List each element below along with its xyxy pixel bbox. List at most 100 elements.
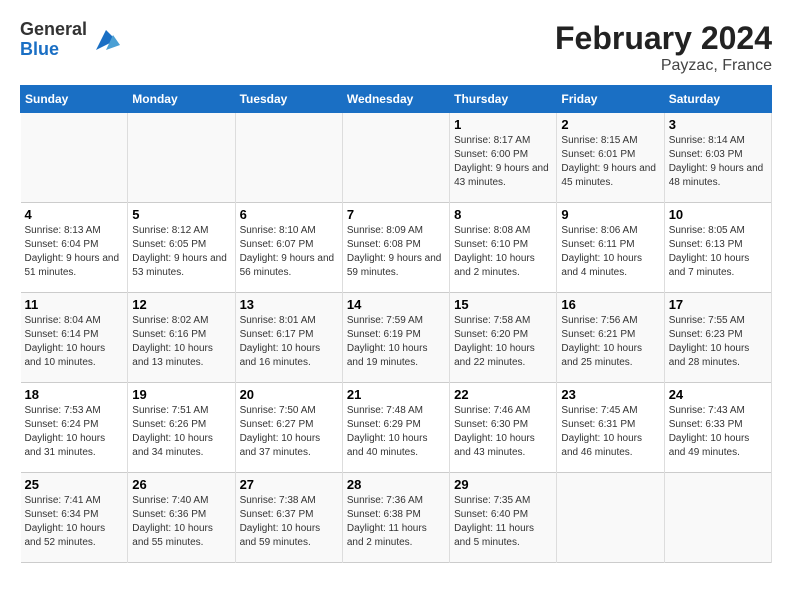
header-row: SundayMondayTuesdayWednesdayThursdayFrid… bbox=[21, 86, 772, 113]
day-info: Sunrise: 7:46 AM Sunset: 6:30 PM Dayligh… bbox=[454, 404, 552, 460]
calendar-cell: 1 Sunrise: 8:17 AM Sunset: 6:00 PM Daylig… bbox=[450, 113, 557, 203]
day-info: Sunrise: 8:09 AM Sunset: 6:08 PM Dayligh… bbox=[347, 224, 445, 280]
day-number: 9 bbox=[561, 207, 659, 222]
calendar-cell: 18 Sunrise: 7:53 AM Sunset: 6:24 PM Dayli… bbox=[21, 383, 128, 473]
day-number: 10 bbox=[669, 207, 767, 222]
day-info: Sunrise: 7:48 AM Sunset: 6:29 PM Dayligh… bbox=[347, 404, 445, 460]
day-number: 17 bbox=[669, 297, 767, 312]
calendar-cell: 16Sunrise: 7:56 AM Sunset: 6:21 PM Dayli… bbox=[557, 293, 664, 383]
day-number: 24 bbox=[669, 387, 767, 402]
day-info: Sunrise: 8:12 AM Sunset: 6:05 PM Dayligh… bbox=[132, 224, 230, 280]
day-info: Sunrise: 7:36 AM Sunset: 6:38 PM Dayligh… bbox=[347, 494, 445, 550]
day-info: Sunrise: 8:01 AM Sunset: 6:17 PM Dayligh… bbox=[240, 314, 338, 370]
logo: General Blue bbox=[20, 20, 121, 60]
day-info: Sunrise: 8:05 AM Sunset: 6:13 PM Dayligh… bbox=[669, 224, 767, 280]
day-number: 21 bbox=[347, 387, 445, 402]
day-number: 20 bbox=[240, 387, 338, 402]
day-header-sunday: Sunday bbox=[21, 86, 128, 113]
week-row-4: 18 Sunrise: 7:53 AM Sunset: 6:24 PM Dayli… bbox=[21, 383, 772, 473]
day-info: Sunrise: 7:38 AM Sunset: 6:37 PM Dayligh… bbox=[240, 494, 338, 550]
day-number: 4 bbox=[25, 207, 124, 222]
day-number: 26 bbox=[132, 477, 230, 492]
calendar-cell: 8Sunrise: 8:08 AM Sunset: 6:10 PM Daylig… bbox=[450, 203, 557, 293]
day-number: 29 bbox=[454, 477, 552, 492]
calendar-cell: 17 Sunrise: 7:55 AM Sunset: 6:23 PM Dayli… bbox=[664, 293, 771, 383]
day-info: Sunrise: 7:45 AM Sunset: 6:31 PM Dayligh… bbox=[561, 404, 659, 460]
day-info: Sunrise: 7:51 AM Sunset: 6:26 PM Dayligh… bbox=[132, 404, 230, 460]
day-info: Sunrise: 8:08 AM Sunset: 6:10 PM Dayligh… bbox=[454, 224, 552, 280]
calendar-cell bbox=[664, 473, 771, 563]
day-info: Sunrise: 7:35 AM Sunset: 6:40 PM Dayligh… bbox=[454, 494, 552, 550]
title-block: February 2024 Payzac, France bbox=[555, 20, 772, 75]
calendar-cell: 2 Sunrise: 8:15 AM Sunset: 6:01 PM Daylig… bbox=[557, 113, 664, 203]
logo-text: General Blue bbox=[20, 20, 87, 60]
calendar-cell: 7 Sunrise: 8:09 AM Sunset: 6:08 PM Daylig… bbox=[342, 203, 449, 293]
calendar-cell bbox=[557, 473, 664, 563]
calendar-title: February 2024 bbox=[555, 20, 772, 57]
day-info: Sunrise: 7:43 AM Sunset: 6:33 PM Dayligh… bbox=[669, 404, 767, 460]
calendar-cell: 3 Sunrise: 8:14 AM Sunset: 6:03 PM Daylig… bbox=[664, 113, 771, 203]
day-number: 11 bbox=[25, 297, 124, 312]
day-info: Sunrise: 8:10 AM Sunset: 6:07 PM Dayligh… bbox=[240, 224, 338, 280]
day-number: 1 bbox=[454, 117, 552, 132]
calendar-cell: 14Sunrise: 7:59 AM Sunset: 6:19 PM Dayli… bbox=[342, 293, 449, 383]
day-header-saturday: Saturday bbox=[664, 86, 771, 113]
week-row-3: 11 Sunrise: 8:04 AM Sunset: 6:14 PM Dayli… bbox=[21, 293, 772, 383]
day-info: Sunrise: 7:50 AM Sunset: 6:27 PM Dayligh… bbox=[240, 404, 338, 460]
day-number: 6 bbox=[240, 207, 338, 222]
day-number: 25 bbox=[25, 477, 124, 492]
day-header-monday: Monday bbox=[128, 86, 235, 113]
day-number: 7 bbox=[347, 207, 445, 222]
day-info: Sunrise: 7:55 AM Sunset: 6:23 PM Dayligh… bbox=[669, 314, 767, 370]
day-info: Sunrise: 7:59 AM Sunset: 6:19 PM Dayligh… bbox=[347, 314, 445, 370]
calendar-cell: 24 Sunrise: 7:43 AM Sunset: 6:33 PM Dayli… bbox=[664, 383, 771, 473]
day-info: Sunrise: 7:41 AM Sunset: 6:34 PM Dayligh… bbox=[25, 494, 124, 550]
calendar-cell bbox=[235, 113, 342, 203]
calendar-cell: 27 Sunrise: 7:38 AM Sunset: 6:37 PM Dayli… bbox=[235, 473, 342, 563]
calendar-cell bbox=[342, 113, 449, 203]
day-number: 2 bbox=[561, 117, 659, 132]
day-info: Sunrise: 8:14 AM Sunset: 6:03 PM Dayligh… bbox=[669, 134, 767, 190]
day-number: 19 bbox=[132, 387, 230, 402]
day-number: 3 bbox=[669, 117, 767, 132]
calendar-cell: 4 Sunrise: 8:13 AM Sunset: 6:04 PM Daylig… bbox=[21, 203, 128, 293]
calendar-cell: 6 Sunrise: 8:10 AM Sunset: 6:07 PM Daylig… bbox=[235, 203, 342, 293]
day-number: 13 bbox=[240, 297, 338, 312]
calendar-cell: 28 Sunrise: 7:36 AM Sunset: 6:38 PM Dayli… bbox=[342, 473, 449, 563]
calendar-cell: 10 Sunrise: 8:05 AM Sunset: 6:13 PM Dayli… bbox=[664, 203, 771, 293]
day-info: Sunrise: 8:13 AM Sunset: 6:04 PM Dayligh… bbox=[25, 224, 124, 280]
day-number: 12 bbox=[132, 297, 230, 312]
day-number: 18 bbox=[25, 387, 124, 402]
day-info: Sunrise: 8:04 AM Sunset: 6:14 PM Dayligh… bbox=[25, 314, 124, 370]
calendar-cell: 20 Sunrise: 7:50 AM Sunset: 6:27 PM Dayli… bbox=[235, 383, 342, 473]
day-info: Sunrise: 8:17 AM Sunset: 6:00 PM Dayligh… bbox=[454, 134, 552, 190]
day-number: 28 bbox=[347, 477, 445, 492]
week-row-1: 1 Sunrise: 8:17 AM Sunset: 6:00 PM Daylig… bbox=[21, 113, 772, 203]
day-info: Sunrise: 7:58 AM Sunset: 6:20 PM Dayligh… bbox=[454, 314, 552, 370]
calendar-cell: 29 Sunrise: 7:35 AM Sunset: 6:40 PM Dayli… bbox=[450, 473, 557, 563]
calendar-cell: 15 Sunrise: 7:58 AM Sunset: 6:20 PM Dayli… bbox=[450, 293, 557, 383]
day-info: Sunrise: 7:40 AM Sunset: 6:36 PM Dayligh… bbox=[132, 494, 230, 550]
day-number: 5 bbox=[132, 207, 230, 222]
day-number: 15 bbox=[454, 297, 552, 312]
week-row-5: 25 Sunrise: 7:41 AM Sunset: 6:34 PM Dayli… bbox=[21, 473, 772, 563]
logo-general: General bbox=[20, 20, 87, 40]
calendar-subtitle: Payzac, France bbox=[555, 57, 772, 75]
calendar-cell: 25 Sunrise: 7:41 AM Sunset: 6:34 PM Dayli… bbox=[21, 473, 128, 563]
day-header-friday: Friday bbox=[557, 86, 664, 113]
calendar-cell: 11 Sunrise: 8:04 AM Sunset: 6:14 PM Dayli… bbox=[21, 293, 128, 383]
day-header-thursday: Thursday bbox=[450, 86, 557, 113]
day-info: Sunrise: 8:15 AM Sunset: 6:01 PM Dayligh… bbox=[561, 134, 659, 190]
calendar-cell: 26 Sunrise: 7:40 AM Sunset: 6:36 PM Dayli… bbox=[128, 473, 235, 563]
day-header-tuesday: Tuesday bbox=[235, 86, 342, 113]
calendar-cell: 23Sunrise: 7:45 AM Sunset: 6:31 PM Dayli… bbox=[557, 383, 664, 473]
day-number: 27 bbox=[240, 477, 338, 492]
day-info: Sunrise: 7:53 AM Sunset: 6:24 PM Dayligh… bbox=[25, 404, 124, 460]
calendar-cell bbox=[128, 113, 235, 203]
calendar-cell bbox=[21, 113, 128, 203]
day-info: Sunrise: 8:02 AM Sunset: 6:16 PM Dayligh… bbox=[132, 314, 230, 370]
day-info: Sunrise: 8:06 AM Sunset: 6:11 PM Dayligh… bbox=[561, 224, 659, 280]
page-header: General Blue February 2024 Payzac, Franc… bbox=[20, 20, 772, 75]
calendar-cell: 19 Sunrise: 7:51 AM Sunset: 6:26 PM Dayli… bbox=[128, 383, 235, 473]
day-number: 22 bbox=[454, 387, 552, 402]
